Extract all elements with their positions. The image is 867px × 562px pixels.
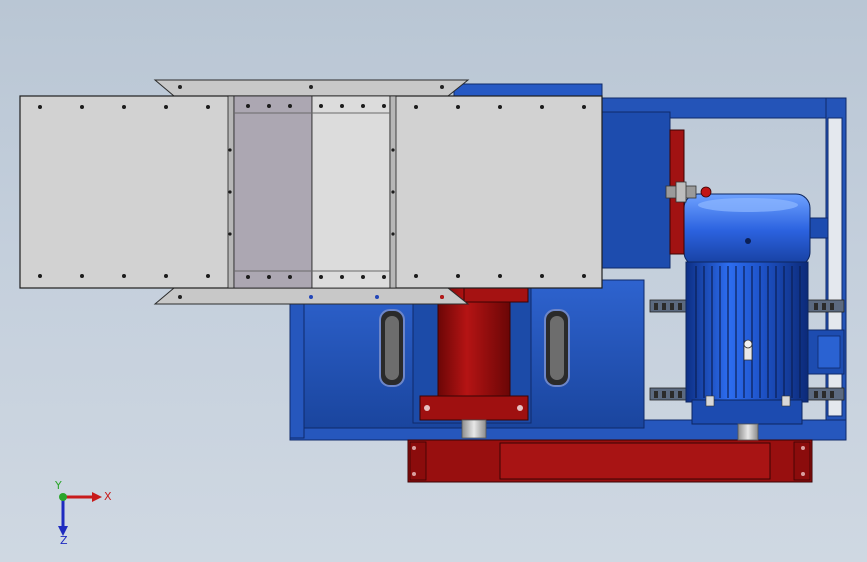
gray-cover-panel[interactable] (19, 95, 603, 289)
red-base-skid[interactable] (407, 439, 813, 483)
x-axis-label: X (104, 490, 112, 503)
y-axis-label: Y (54, 480, 62, 492)
coordinate-triad: X Y Z (54, 480, 112, 546)
y-axis-arrow-icon (59, 493, 67, 501)
z-axis-label: Z (60, 534, 68, 546)
cad-viewport[interactable] (0, 0, 867, 562)
